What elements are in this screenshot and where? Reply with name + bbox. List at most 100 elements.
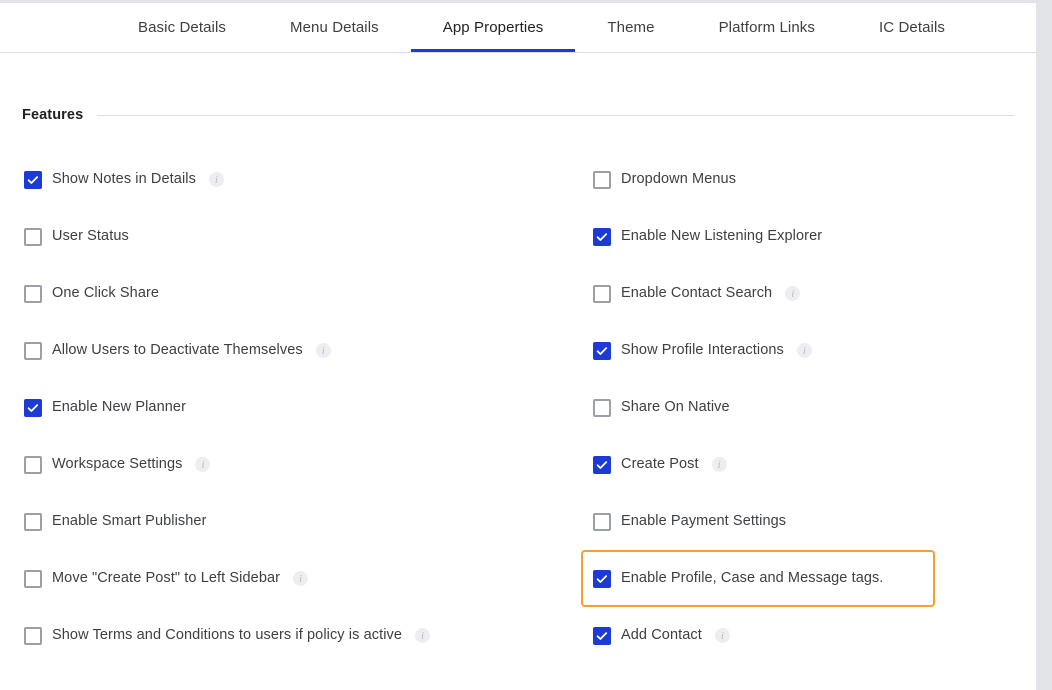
feature-option[interactable]: Enable Smart Publisher (12, 503, 219, 541)
feature-label: Allow Users to Deactivate Themselves (52, 342, 303, 359)
info-icon[interactable]: i (293, 571, 309, 586)
feature-label: Enable New Planner (52, 399, 186, 416)
feature-label: Enable Payment Settings (621, 513, 787, 530)
info-icon[interactable]: i (711, 457, 727, 472)
feature-label: Workspace Settings (52, 456, 183, 473)
feature-label: Move "Create Post" to Left Sidebar (52, 570, 281, 587)
feature-option[interactable]: Dropdown Menus (581, 161, 748, 199)
feature-row: Enable Payment Settings (591, 493, 1036, 550)
feature-row: Dropdown Menus (591, 151, 1036, 208)
tab-app-properties[interactable]: App Properties (410, 3, 576, 52)
feature-label: Show Notes in Details (52, 171, 196, 188)
info-icon[interactable]: i (415, 628, 431, 643)
checkbox-checked[interactable] (593, 455, 611, 474)
checkbox-checked[interactable] (593, 227, 611, 246)
section-divider (97, 114, 1014, 116)
feature-option[interactable]: Workspace Settings i (12, 446, 222, 484)
info-icon[interactable]: i (796, 343, 812, 358)
tab-label: IC Details (879, 19, 946, 36)
feature-label: Share On Native (621, 399, 730, 416)
feature-row: Show Notes in Details i (22, 151, 578, 208)
feature-option[interactable]: Create Post i (581, 446, 739, 484)
feature-row: Create Post i (591, 436, 1036, 493)
tab-list: Basic Details Menu Details App Properties T… (106, 3, 977, 52)
tab-label: Platform Links (718, 19, 815, 36)
tab-platform-links[interactable]: Platform Links (687, 3, 847, 52)
checkbox-unchecked[interactable] (593, 512, 611, 531)
feature-label: User Status (52, 228, 129, 245)
features-grid: Show Notes in Details i User Status One Cli… (0, 151, 1036, 664)
features-column-left: Show Notes in Details i User Status One Cli… (0, 151, 578, 664)
checkbox-checked[interactable] (24, 398, 42, 417)
checkbox-checked[interactable] (593, 626, 611, 645)
feature-option[interactable]: Show Notes in Details i (12, 161, 236, 199)
feature-label: Show Terms and Conditions to users if po… (52, 627, 403, 644)
feature-option[interactable]: Share On Native (581, 389, 742, 427)
feature-option[interactable]: Add Contact i (581, 617, 742, 655)
checkbox-checked[interactable] (593, 341, 611, 360)
info-icon[interactable]: i (785, 286, 801, 301)
content-canvas: Basic Details Menu Details App Properties T… (0, 3, 1036, 690)
tab-label: App Properties (442, 19, 544, 36)
checkbox-checked[interactable] (593, 569, 611, 588)
feature-row: Enable New Planner (22, 379, 578, 436)
checkbox-unchecked[interactable] (24, 455, 42, 474)
checkbox-unchecked[interactable] (24, 227, 42, 246)
features-section-header: Features (22, 107, 1036, 123)
tab-menu-details[interactable]: Menu Details (258, 3, 411, 52)
feature-option[interactable]: Enable New Planner (12, 389, 198, 427)
tab-bar: Basic Details Menu Details App Properties T… (0, 3, 1036, 53)
feature-label: Enable Smart Publisher (52, 513, 207, 530)
checkbox-unchecked[interactable] (593, 170, 611, 189)
feature-row: Workspace Settings i (22, 436, 578, 493)
checkbox-unchecked[interactable] (24, 341, 42, 360)
feature-label: Enable Profile, Case and Message tags. (621, 570, 884, 587)
feature-option[interactable]: Move "Create Post" to Left Sidebar i (12, 560, 320, 598)
feature-option[interactable]: User Status (12, 218, 141, 256)
feature-label: Dropdown Menus (621, 171, 737, 188)
feature-option[interactable]: One Click Share (12, 275, 171, 313)
features-column-right: Dropdown Menus Enable New Listening Explo… (578, 151, 1036, 664)
info-icon[interactable]: i (195, 457, 211, 472)
checkbox-unchecked[interactable] (24, 284, 42, 303)
feature-option[interactable]: Show Profile Interactions i (581, 332, 824, 370)
feature-label: Show Profile Interactions (621, 342, 784, 359)
tab-basic-details[interactable]: Basic Details (106, 3, 258, 52)
right-gutter (1036, 0, 1052, 690)
tab-label: Menu Details (290, 19, 379, 36)
tab-ic-details[interactable]: IC Details (847, 3, 977, 52)
checkbox-unchecked[interactable] (593, 398, 611, 417)
feature-row: Enable Contact Search i (591, 265, 1036, 322)
feature-row: User Status (22, 208, 578, 265)
feature-label: One Click Share (52, 285, 160, 302)
info-icon[interactable]: i (315, 343, 331, 358)
feature-option[interactable]: Allow Users to Deactivate Themselves i (12, 332, 343, 370)
feature-option[interactable]: Enable Payment Settings (581, 503, 798, 541)
feature-label: Enable New Listening Explorer (621, 228, 823, 245)
feature-row: Enable Smart Publisher (22, 493, 578, 550)
feature-row: Allow Users to Deactivate Themselves i (22, 322, 578, 379)
checkbox-unchecked[interactable] (593, 284, 611, 303)
checkbox-unchecked[interactable] (24, 626, 42, 645)
feature-row: Enable New Listening Explorer (591, 208, 1036, 265)
checkbox-checked[interactable] (24, 170, 42, 189)
feature-option[interactable]: Show Terms and Conditions to users if po… (12, 617, 442, 655)
app-properties-page: Basic Details Menu Details App Properties T… (0, 0, 1052, 690)
checkbox-unchecked[interactable] (24, 569, 42, 588)
feature-row: Enable Profile, Case and Message tags. (581, 550, 1036, 607)
info-icon[interactable]: i (714, 628, 730, 643)
checkbox-unchecked[interactable] (24, 512, 42, 531)
feature-option[interactable]: Enable Contact Search i (581, 275, 812, 313)
feature-option[interactable]: Enable New Listening Explorer (581, 218, 834, 256)
tab-theme[interactable]: Theme (575, 3, 686, 52)
feature-row: Share On Native (591, 379, 1036, 436)
feature-row: One Click Share (22, 265, 578, 322)
info-icon[interactable]: i (208, 172, 224, 187)
section-title: Features (22, 107, 84, 123)
tab-label: Basic Details (138, 19, 226, 36)
tab-label: Theme (607, 19, 655, 36)
feature-label: Add Contact (621, 627, 702, 644)
feature-option[interactable]: Enable Profile, Case and Message tags. (581, 550, 935, 607)
feature-label: Enable Contact Search (621, 285, 773, 302)
feature-row: Show Profile Interactions i (591, 322, 1036, 379)
